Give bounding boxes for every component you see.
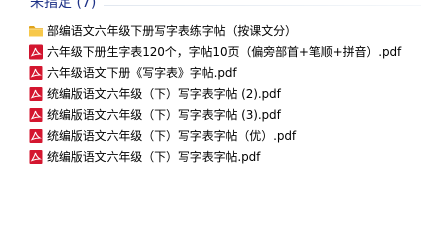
list-item-pdf[interactable]: 统编版语文六年级（下）写字表字帖 (3).pdf (0, 104, 421, 125)
file-name: 六年级语文下册《写字表》字帖.pdf (47, 65, 237, 80)
file-explorer-view: 未指定 (7) 部编语文六年级下册写字表练字帖（按课文分） 六年级下册生字表12… (0, 0, 421, 250)
list-item-pdf[interactable]: 统编版语文六年级（下）写字表字帖（优）.pdf (0, 125, 421, 146)
group-header-unspecified[interactable]: 未指定 (7) (30, 0, 421, 12)
pdf-icon (29, 44, 43, 59)
file-name: 六年级下册生字表120个，字帖10页（偏旁部首+笔顺+拼音）.pdf (47, 44, 402, 59)
pdf-icon (29, 86, 43, 101)
list-item-pdf[interactable]: 统编版语文六年级（下）写字表字帖 (2).pdf (0, 83, 421, 104)
list-item-pdf[interactable]: 统编版语文六年级（下）写字表字帖.pdf (0, 146, 421, 167)
pdf-icon (29, 65, 43, 80)
pdf-icon (29, 107, 43, 122)
list-item-folder[interactable]: 部编语文六年级下册写字表练字帖（按课文分） (0, 20, 421, 41)
file-name: 部编语文六年级下册写字表练字帖（按课文分） (47, 23, 297, 38)
group-divider (104, 4, 421, 6)
list-item-pdf[interactable]: 六年级下册生字表120个，字帖10页（偏旁部首+笔顺+拼音）.pdf (0, 41, 421, 62)
folder-icon (29, 25, 43, 36)
file-list: 部编语文六年级下册写字表练字帖（按课文分） 六年级下册生字表120个，字帖10页… (0, 20, 421, 167)
file-name: 统编版语文六年级（下）写字表字帖.pdf (47, 149, 261, 164)
file-name: 统编版语文六年级（下）写字表字帖 (3).pdf (47, 107, 281, 122)
group-title: 未指定 (7) (30, 0, 97, 11)
list-item-pdf[interactable]: 六年级语文下册《写字表》字帖.pdf (0, 62, 421, 83)
pdf-icon (29, 128, 43, 143)
file-name: 统编版语文六年级（下）写字表字帖 (2).pdf (47, 86, 281, 101)
file-name: 统编版语文六年级（下）写字表字帖（优）.pdf (47, 128, 296, 143)
pdf-icon (29, 149, 43, 164)
